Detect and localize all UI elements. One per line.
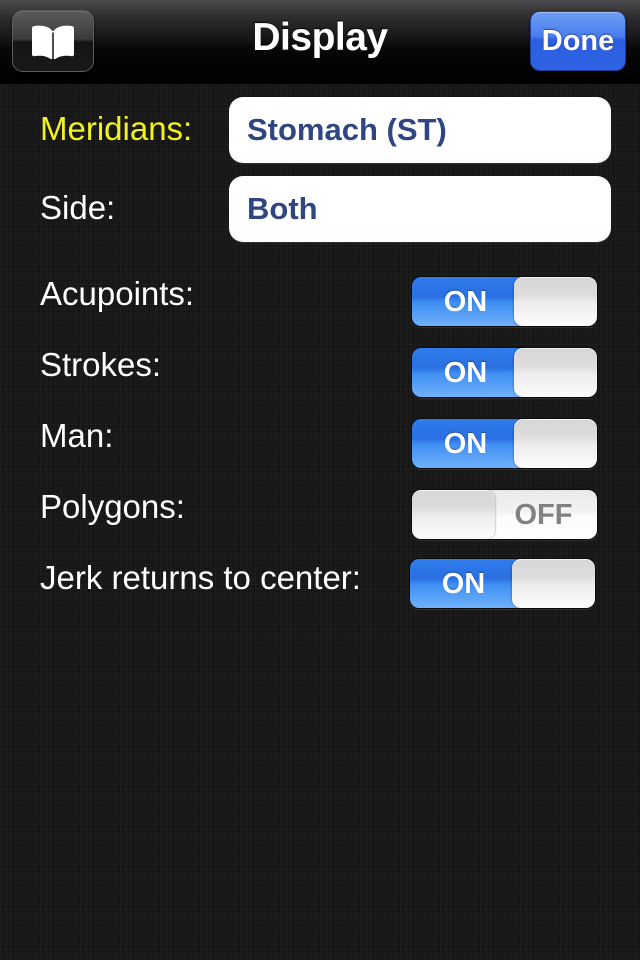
label-polygons: Polygons: (40, 488, 185, 525)
select-meridians-value: Stomach (ST) (247, 112, 447, 147)
label-strokes: Strokes: (40, 346, 162, 383)
label-jerk-returns-to-center: Jerk returns to center: (40, 559, 361, 596)
app-screen: Display Done Meridians: Stomach (ST) Sid… (0, 0, 640, 960)
switch-strokes-state: ON (443, 357, 488, 389)
switch-acupoints[interactable]: ON (411, 276, 598, 327)
label-acupoints: Acupoints: (40, 275, 195, 312)
label-meridians: Meridians: (40, 110, 193, 147)
done-button[interactable]: Done (530, 11, 626, 71)
switch-jerk-returns-to-center[interactable]: ON (409, 558, 596, 609)
switch-polygons-state: OFF (514, 499, 573, 531)
switch-polygons[interactable]: OFF (411, 489, 598, 540)
select-meridians[interactable]: Stomach (ST) (229, 97, 611, 163)
switch-knob[interactable] (514, 277, 597, 326)
switch-knob[interactable] (412, 490, 495, 539)
select-side[interactable]: Both (229, 176, 611, 242)
settings-form: Meridians: Stomach (ST) Side: Both Acupo… (0, 84, 640, 960)
switch-strokes[interactable]: ON (411, 347, 598, 398)
switch-knob[interactable] (514, 419, 597, 468)
select-side-value: Both (247, 191, 318, 226)
switch-acupoints-state: ON (443, 286, 488, 318)
navigation-bar: Display Done (0, 0, 640, 84)
switch-jerk-returns-to-center-state: ON (441, 568, 486, 600)
label-man: Man: (40, 417, 114, 454)
label-side: Side: (40, 189, 116, 226)
switch-knob[interactable] (514, 348, 597, 397)
switch-man-state: ON (443, 428, 488, 460)
switch-man[interactable]: ON (411, 418, 598, 469)
switch-knob[interactable] (512, 559, 595, 608)
